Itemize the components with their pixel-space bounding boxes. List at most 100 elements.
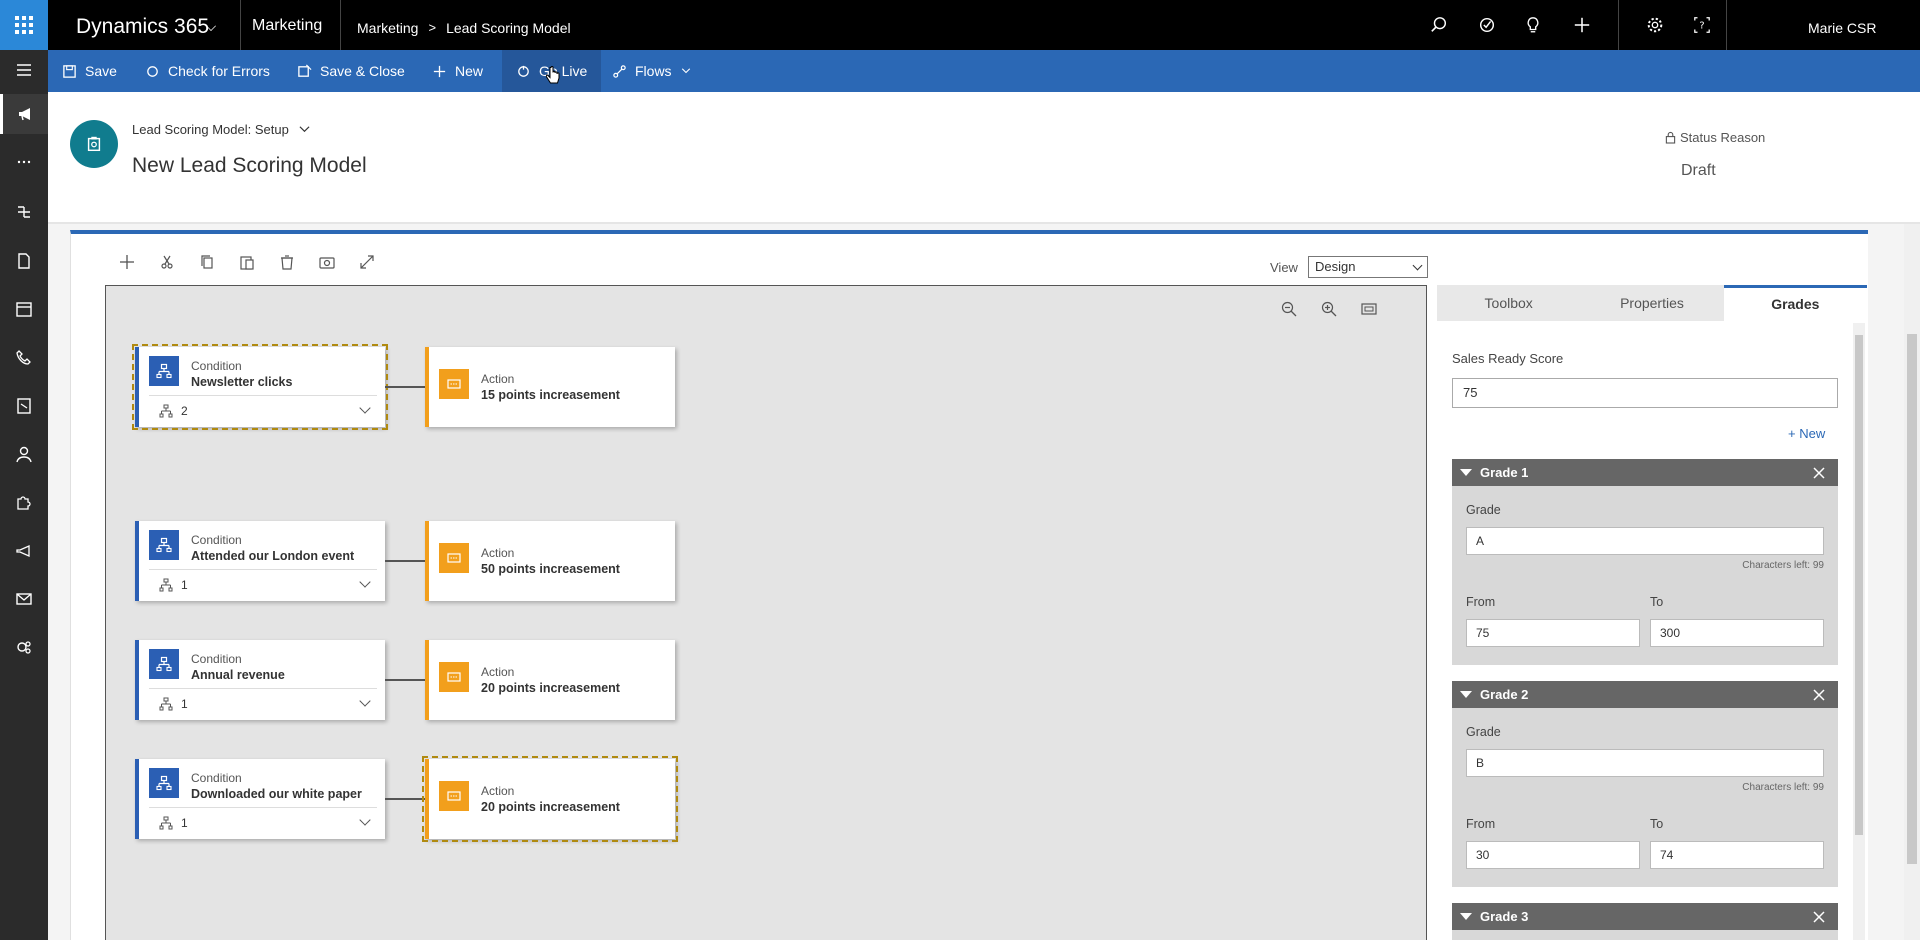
segment-icon[interactable] — [0, 627, 48, 667]
email-icon[interactable] — [0, 579, 48, 619]
close-icon[interactable] — [1812, 466, 1826, 480]
action-tile[interactable]: Action 20 points increasement — [422, 756, 678, 842]
fit-to-screen-icon[interactable] — [1360, 300, 1378, 318]
lightbulb-icon[interactable] — [1522, 14, 1544, 36]
action-tile[interactable]: Action 15 points increasement — [425, 347, 675, 427]
flows-icon — [613, 64, 626, 78]
condition-icon — [149, 768, 179, 798]
hamburger-menu-icon[interactable] — [0, 50, 48, 90]
branch-footer[interactable]: 1 — [149, 569, 377, 599]
add-icon[interactable] — [118, 253, 136, 271]
copy-icon[interactable] — [198, 253, 216, 271]
puzzle-icon[interactable] — [0, 482, 48, 522]
grade-header[interactable]: Grade 1 — [1452, 459, 1838, 486]
breadcrumb-item-marketing[interactable]: Marketing — [357, 0, 418, 56]
chevron-down-icon[interactable] — [359, 576, 371, 588]
page-scrollbar[interactable] — [1904, 224, 1920, 940]
action-tile[interactable]: Action 50 points increasement — [425, 521, 675, 601]
grade-input[interactable]: B — [1466, 749, 1824, 777]
divider — [240, 0, 241, 50]
condition-icon — [149, 530, 179, 560]
branch-footer[interactable]: 2 — [149, 395, 377, 425]
megaphone-icon[interactable] — [0, 94, 48, 134]
branch-count: 2 — [181, 403, 188, 418]
expand-icon[interactable] — [358, 253, 376, 271]
app-launcher-button[interactable] — [0, 0, 48, 50]
action-name: 20 points increasement — [481, 800, 620, 814]
branch-icon — [159, 578, 173, 591]
go-live-icon — [518, 65, 529, 77]
task-icon[interactable] — [1476, 14, 1498, 36]
chevron-down-icon[interactable] — [359, 695, 371, 707]
area-name[interactable]: Marketing — [252, 0, 322, 52]
form-selector[interactable]: Lead Scoring Model: Setup — [132, 122, 310, 137]
cut-icon[interactable] — [158, 253, 176, 271]
breadcrumb: Marketing > Lead Scoring Model — [357, 0, 571, 56]
new-grade-link[interactable]: + New — [1788, 426, 1825, 441]
to-input[interactable]: 300 — [1650, 619, 1824, 647]
action-name: 50 points increasement — [481, 562, 620, 576]
user-name[interactable]: Marie CSR — [1808, 0, 1876, 56]
chevron-down-icon[interactable] — [359, 814, 371, 826]
tab-properties[interactable]: Properties — [1580, 285, 1724, 321]
condition-tile[interactable]: Condition Attended our London event 1 — [135, 521, 385, 601]
zoom-in-icon[interactable] — [1320, 300, 1338, 318]
action-tile[interactable]: Action 20 points increasement — [425, 640, 675, 720]
tile-type-label: Condition — [191, 359, 242, 373]
condition-tile[interactable]: Condition Annual revenue 1 — [135, 640, 385, 720]
branch-footer[interactable]: 1 — [149, 807, 377, 837]
tab-grades[interactable]: Grades — [1723, 285, 1867, 321]
plus-icon[interactable] — [1571, 14, 1593, 36]
collapse-triangle-icon[interactable] — [1460, 691, 1472, 698]
view-dropdown[interactable]: Design — [1308, 256, 1428, 278]
flows-button[interactable]: Flows — [612, 50, 692, 92]
gear-icon[interactable] — [1644, 14, 1666, 36]
close-icon[interactable] — [1812, 688, 1826, 702]
save-close-icon — [298, 64, 312, 77]
screenshot-icon[interactable] — [318, 253, 336, 271]
grade-header[interactable]: Grade 2 — [1452, 681, 1838, 708]
phone-icon[interactable] — [0, 338, 48, 378]
chevron-down-icon[interactable] — [359, 402, 371, 414]
status-reason-value: Draft — [1681, 162, 1716, 179]
tab-toolbox[interactable]: Toolbox — [1437, 285, 1581, 321]
condition-tile[interactable]: Condition Downloaded our white paper 1 — [135, 759, 385, 839]
document-icon[interactable] — [0, 241, 48, 281]
zoom-out-icon[interactable] — [1280, 300, 1298, 318]
campaign-icon[interactable] — [0, 531, 48, 571]
from-input[interactable]: 75 — [1466, 619, 1640, 647]
new-button[interactable]: New — [432, 50, 483, 92]
delete-icon[interactable] — [278, 253, 296, 271]
check-for-errors-button[interactable]: Check for Errors — [145, 50, 270, 92]
chevron-down-icon — [1412, 260, 1423, 271]
help-icon[interactable]: ? — [1691, 14, 1713, 36]
chevron-down-icon — [299, 126, 310, 133]
grade-input[interactable]: A — [1466, 527, 1824, 555]
collapse-triangle-icon[interactable] — [1460, 913, 1472, 920]
pane-scrollbar[interactable] — [1853, 323, 1865, 940]
scrollbar-thumb[interactable] — [1907, 334, 1917, 864]
scrollbar-thumb[interactable] — [1855, 335, 1863, 835]
sales-ready-score-input[interactable]: 75 — [1452, 378, 1838, 408]
save-close-label: Save & Close — [320, 63, 405, 79]
from-input[interactable]: 30 — [1466, 841, 1640, 869]
to-input[interactable]: 74 — [1650, 841, 1824, 869]
collapse-triangle-icon[interactable] — [1460, 469, 1472, 476]
grade-header[interactable]: Grade 3 — [1452, 903, 1838, 930]
chevron-down-icon — [681, 68, 690, 74]
calendar-icon[interactable] — [0, 289, 48, 329]
close-icon[interactable] — [1812, 910, 1826, 924]
condition-tile[interactable]: Condition Newsletter clicks 2 — [132, 344, 388, 430]
save-and-close-button[interactable]: Save & Close — [297, 50, 405, 92]
branch-footer[interactable]: 1 — [149, 688, 377, 718]
action-icon — [439, 369, 469, 399]
workflow-icon[interactable] — [0, 192, 48, 232]
app-name[interactable]: Dynamics 365 — [76, 0, 209, 50]
form-icon[interactable] — [0, 386, 48, 426]
contact-icon[interactable] — [0, 434, 48, 474]
paste-icon[interactable] — [238, 253, 256, 271]
lead-scoring-entity-icon — [70, 120, 118, 168]
search-icon[interactable] — [1428, 14, 1450, 36]
save-button[interactable]: Save — [62, 50, 117, 92]
more-icon[interactable] — [0, 142, 48, 182]
